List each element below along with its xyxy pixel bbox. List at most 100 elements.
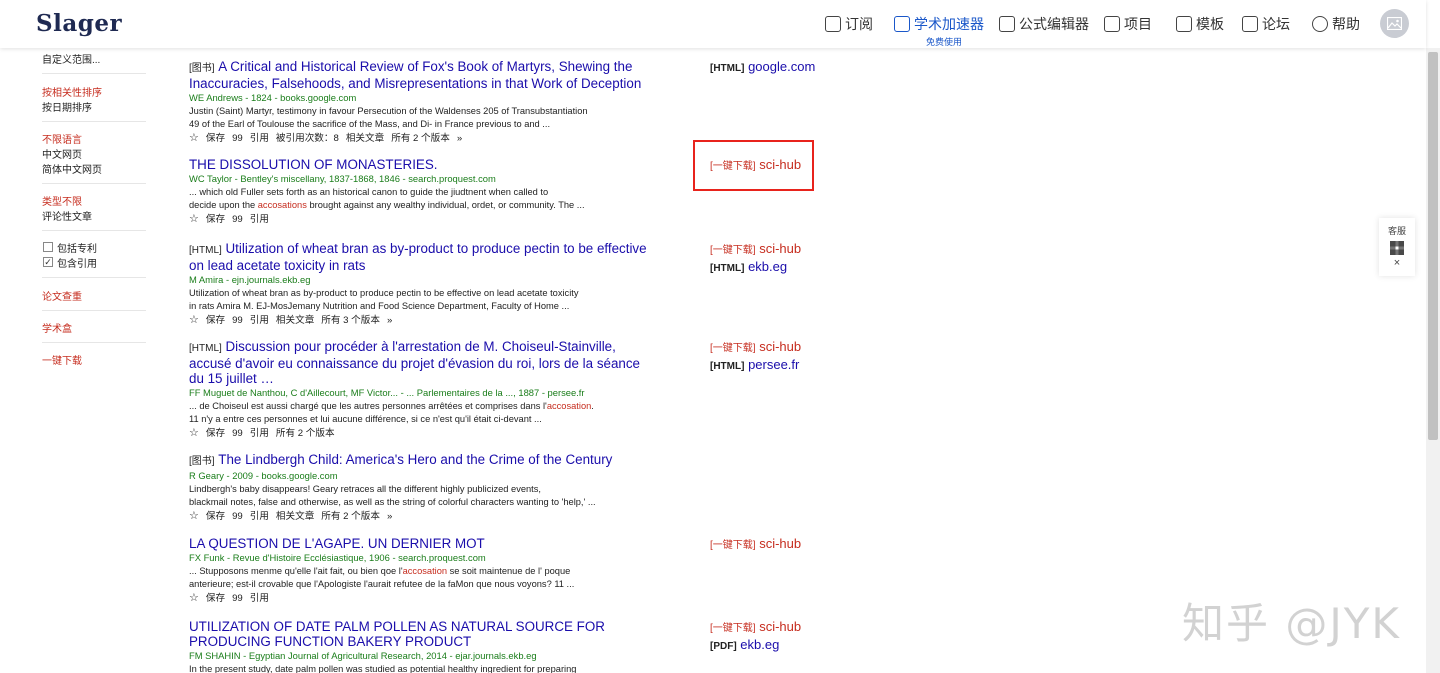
result-title[interactable]: THE DISSOLUTION OF MONASTERIES. [189, 157, 649, 172]
scihub-download-link[interactable]: [一键下载] sci-hub [710, 619, 801, 634]
nav-formula-editor[interactable]: 公式编辑器 [999, 14, 1089, 34]
star-icon[interactable]: ☆ [189, 592, 199, 604]
result-side-link[interactable]: [PDF] ekb.eg [710, 637, 779, 652]
result-title[interactable]: UTILIZATION OF DATE PALM POLLEN AS NATUR… [189, 619, 649, 649]
link-domain[interactable]: google.com [748, 59, 815, 74]
language-simplified-chinese[interactable]: 简体中文网页 [42, 161, 102, 176]
more-icon[interactable]: » [457, 133, 462, 144]
language-chinese[interactable]: 中文网页 [42, 146, 82, 161]
nav-subscribe[interactable]: 订阅 [825, 14, 873, 34]
quote-icon[interactable]: 99 [232, 315, 243, 326]
link-domain[interactable]: persee.fr [748, 357, 799, 372]
result-title-text[interactable]: Utilization of wheat bran as by-product … [189, 241, 647, 273]
star-icon[interactable]: ☆ [189, 510, 199, 522]
nav-accelerator[interactable]: 学术加速器 [894, 14, 984, 34]
link-domain[interactable]: sci-hub [759, 241, 801, 256]
cite-button[interactable]: 引用 [250, 511, 269, 522]
snippet-line: Lindbergh's baby disappears! Geary retra… [189, 484, 541, 494]
quote-icon[interactable]: 99 [232, 511, 243, 522]
all-versions-link[interactable]: 所有 2 个版本 [276, 428, 335, 439]
related-articles-link[interactable]: 相关文章 [276, 511, 314, 522]
template-icon [1176, 16, 1192, 32]
include-citations-checkbox[interactable]: ✓ [43, 257, 53, 267]
cite-button[interactable]: 引用 [250, 133, 269, 144]
quote-icon[interactable]: 99 [232, 428, 243, 439]
more-icon[interactable]: » [387, 315, 392, 326]
sort-by-date[interactable]: 按日期排序 [42, 99, 92, 114]
save-button[interactable]: 保存 [206, 133, 225, 144]
save-button[interactable]: 保存 [206, 593, 225, 604]
link-domain[interactable]: sci-hub [759, 339, 801, 354]
plagiarism-check-link[interactable]: 论文查重 [42, 288, 82, 303]
snippet-line: ... Stupposons menme qu'elle l'ait fait,… [189, 565, 649, 578]
star-icon[interactable]: ☆ [189, 427, 199, 439]
all-versions-link[interactable]: 所有 2 个版本 [321, 511, 380, 522]
nav-help[interactable]: 帮助 [1312, 14, 1360, 34]
one-click-download-link[interactable]: 一键下载 [42, 352, 82, 367]
result-title-text[interactable]: THE DISSOLUTION OF MONASTERIES. [189, 157, 438, 172]
type-any[interactable]: 类型不限 [42, 193, 82, 208]
cited-by-link[interactable]: 被引用次数：8 [276, 133, 339, 144]
cite-button[interactable]: 引用 [250, 214, 269, 225]
result-title[interactable]: [HTML] Discussion pour procéder à l'arre… [189, 339, 649, 386]
scihub-download-link[interactable]: [一键下载] sci-hub [710, 339, 801, 354]
result-side-link[interactable]: [HTML] google.com [710, 59, 815, 74]
download-tag: [一键下载] [710, 343, 756, 354]
sort-by-relevance[interactable]: 按相关性排序 [42, 84, 102, 99]
star-icon[interactable]: ☆ [189, 213, 199, 225]
link-domain[interactable]: ekb.eg [740, 637, 779, 652]
quote-icon[interactable]: 99 [232, 593, 243, 604]
type-review-articles[interactable]: 评论性文章 [42, 208, 92, 223]
result-title[interactable]: [图书] A Critical and Historical Review of… [189, 59, 649, 91]
qr-code-icon[interactable] [1390, 241, 1404, 255]
result-actions: ☆ 保存 99 引用 相关文章 所有 3 个版本 » [189, 314, 649, 327]
cite-button[interactable]: 引用 [250, 315, 269, 326]
close-icon[interactable]: × [1379, 257, 1415, 269]
result-side-link[interactable]: [HTML] persee.fr [710, 357, 799, 372]
related-articles-link[interactable]: 相关文章 [346, 133, 384, 144]
snippet-text: brought against any wealthy individual, … [306, 199, 585, 210]
all-versions-link[interactable]: 所有 3 个版本 [321, 315, 380, 326]
related-articles-link[interactable]: 相关文章 [276, 315, 314, 326]
save-button[interactable]: 保存 [206, 511, 225, 522]
link-domain[interactable]: sci-hub [759, 619, 801, 634]
nav-label: 论坛 [1262, 16, 1290, 32]
site-logo[interactable]: Slager [36, 10, 122, 37]
custom-range-link[interactable]: 自定义范围... [42, 51, 100, 66]
cite-button[interactable]: 引用 [250, 428, 269, 439]
link-domain[interactable]: ekb.eg [748, 259, 787, 274]
star-icon[interactable]: ☆ [189, 132, 199, 144]
result-title-text[interactable]: UTILIZATION OF DATE PALM POLLEN AS NATUR… [189, 619, 605, 649]
save-button[interactable]: 保存 [206, 428, 225, 439]
more-icon[interactable]: » [387, 511, 392, 522]
quote-icon[interactable]: 99 [232, 214, 243, 225]
nav-forum[interactable]: 论坛 [1242, 14, 1290, 34]
nav-projects[interactable]: 项目 [1104, 14, 1152, 34]
bolt-icon [894, 16, 910, 32]
result-title-text[interactable]: A Critical and Historical Review of Fox'… [189, 59, 641, 91]
scrollbar-thumb[interactable] [1428, 52, 1438, 440]
customer-service-panel[interactable]: 客服 × [1379, 218, 1415, 276]
result-title[interactable]: LA QUESTION DE L'AGAPE. UN DERNIER MOT [189, 536, 649, 551]
user-avatar[interactable] [1380, 9, 1409, 38]
star-icon[interactable]: ☆ [189, 314, 199, 326]
result-title[interactable]: [图书] The Lindbergh Child: America's Hero… [189, 452, 649, 469]
result-title-text[interactable]: The Lindbergh Child: America's Hero and … [218, 452, 612, 467]
save-button[interactable]: 保存 [206, 214, 225, 225]
include-patents-checkbox[interactable] [43, 242, 53, 252]
search-result: [HTML] Discussion pour procéder à l'arre… [189, 339, 649, 440]
result-title[interactable]: [HTML] Utilization of wheat bran as by-p… [189, 241, 649, 273]
quote-icon[interactable]: 99 [232, 133, 243, 144]
nav-templates[interactable]: 模板 [1176, 14, 1224, 34]
result-side-link[interactable]: [HTML] ekb.eg [710, 259, 787, 274]
all-versions-link[interactable]: 所有 2 个版本 [391, 133, 450, 144]
result-title-text[interactable]: LA QUESTION DE L'AGAPE. UN DERNIER MOT [189, 536, 485, 551]
cite-button[interactable]: 引用 [250, 593, 269, 604]
language-any[interactable]: 不限语言 [42, 131, 82, 146]
scihub-download-link[interactable]: [一键下载] sci-hub [710, 536, 801, 551]
save-button[interactable]: 保存 [206, 315, 225, 326]
scihub-download-link[interactable]: [一键下载] sci-hub [710, 241, 801, 256]
result-title-text[interactable]: Discussion pour procéder à l'arrestation… [189, 339, 640, 386]
link-domain[interactable]: sci-hub [759, 536, 801, 551]
scholar-box-link[interactable]: 学术盒 [42, 320, 72, 335]
